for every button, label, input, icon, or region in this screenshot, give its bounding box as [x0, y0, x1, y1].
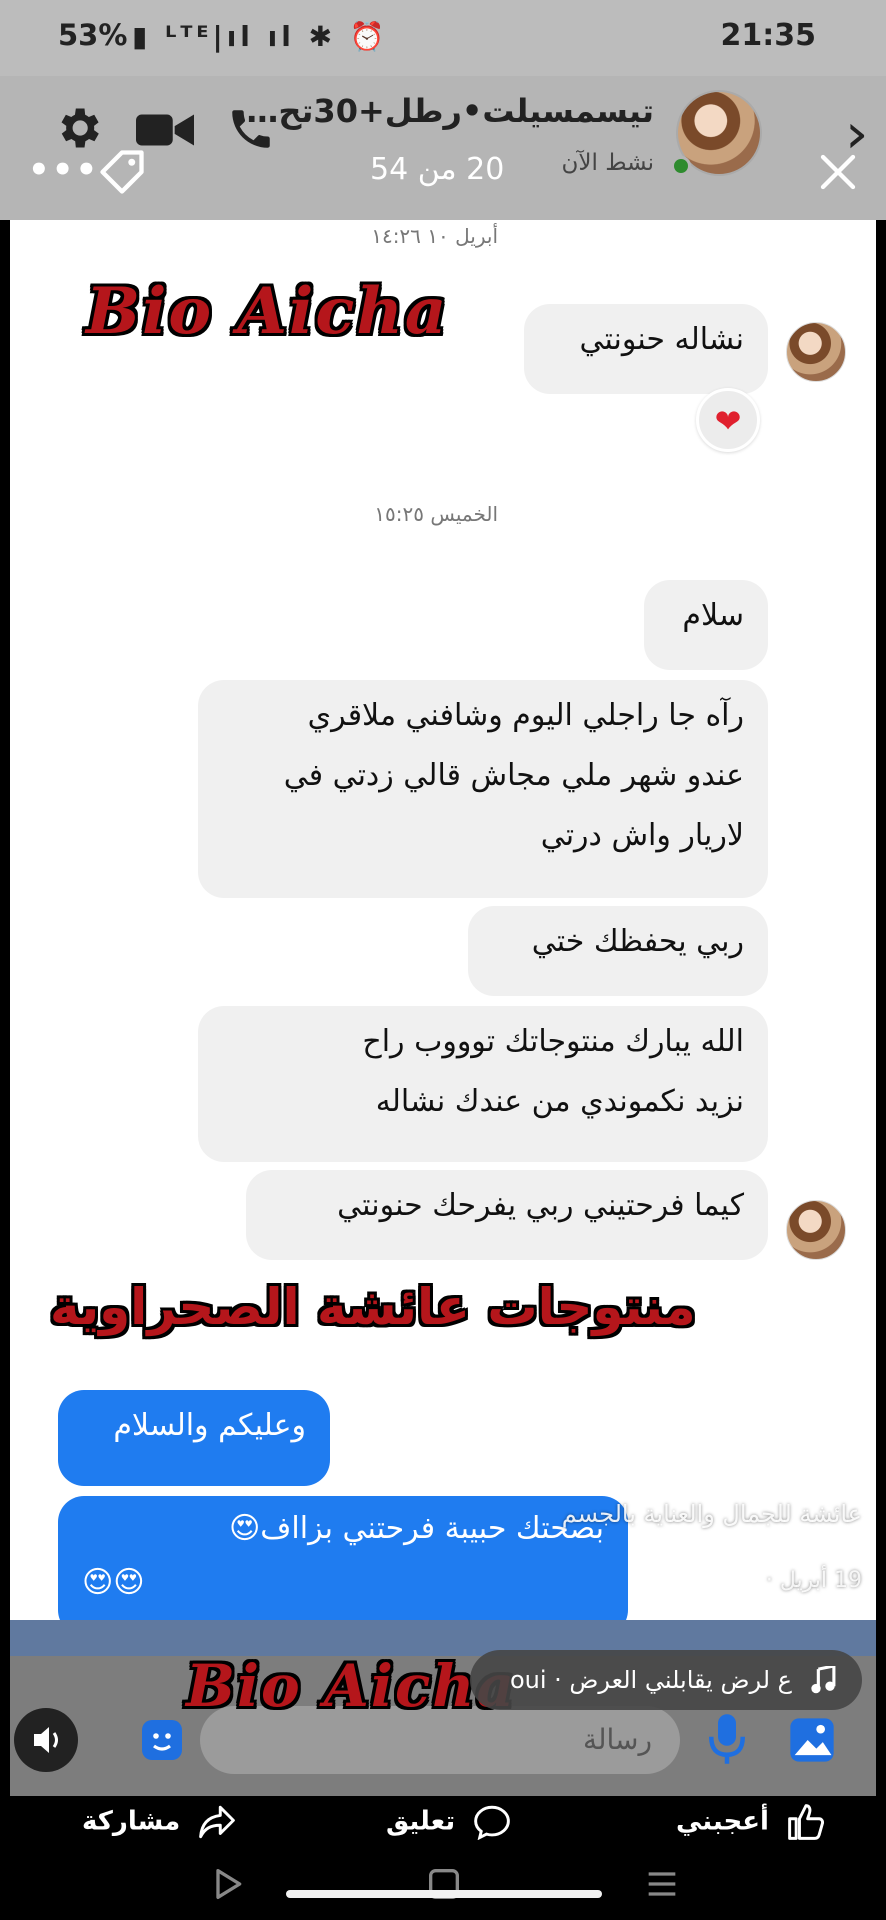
message-text-line: لاريار واش درتي	[540, 818, 744, 853]
received-message[interactable]: نشاله حنونتي	[524, 304, 768, 394]
online-indicator	[671, 156, 691, 176]
message-text: كيما فرحتيني ربي يفرحك حنونتي	[337, 1188, 744, 1223]
received-message[interactable]: الله يبارك منتوجاتك توووب راح نزيد نكمون…	[198, 1006, 768, 1162]
more-options-icon[interactable]: •••	[28, 150, 99, 190]
share-button[interactable]: مشاركة	[82, 1804, 237, 1840]
message-text: وعليكم والسلام	[113, 1408, 306, 1443]
chat-title[interactable]: تيسمسيلت•رطل+30تح…	[246, 92, 654, 130]
menu-icon[interactable]	[642, 1864, 682, 1904]
status-bar: 53% ▮ ᴸᵀᴱ|ıl ıl ✱ ⏰ 21:35	[0, 0, 886, 76]
message-text-line: نزيد نكموندي من عندك نشاله	[375, 1084, 744, 1119]
video-call-icon[interactable]	[136, 110, 194, 150]
message-text: سلام	[682, 598, 744, 633]
message-text: نشاله حنونتي	[579, 322, 744, 357]
home-indicator[interactable]	[286, 1890, 602, 1898]
sent-message[interactable]: بصحتك حبيبة فرحتني بزااف😍 😍😍	[58, 1496, 628, 1620]
tag-icon[interactable]	[96, 146, 148, 198]
like-label: أعجبني	[676, 1806, 769, 1837]
reel-actions: أعجبني تعليق مشاركة	[0, 1796, 886, 1856]
thumbs-up-icon	[788, 1804, 825, 1840]
signal-icons: ▮ ᴸᵀᴱ|ıl ıl ✱ ⏰	[132, 20, 389, 53]
sent-message[interactable]: وعليكم والسلام	[58, 1390, 330, 1486]
received-message[interactable]: سلام	[644, 580, 768, 670]
watermark-text: منتوجات عائشة الصحراوية	[50, 1278, 696, 1336]
gallery-icon[interactable]	[786, 1714, 838, 1766]
comment-icon	[474, 1805, 511, 1841]
like-button[interactable]: أعجبني	[676, 1804, 826, 1840]
system-nav-bar	[0, 1856, 886, 1920]
reel-date: 19 أبريل ·	[765, 1568, 862, 1593]
sender-avatar[interactable]	[786, 1200, 846, 1260]
share-icon	[199, 1805, 236, 1839]
message-text-line: عندو شهر ملي مجاش قالي زدتي في	[283, 758, 744, 793]
active-status: نشط الآن	[561, 150, 654, 176]
message-text-line: الله يبارك منتوجاتك توووب راح	[362, 1024, 744, 1059]
volume-button[interactable]	[14, 1708, 78, 1772]
message-text-line: رآه جا راجلي اليوم وشافني ملاقري	[307, 698, 744, 733]
square-icon[interactable]	[424, 1864, 464, 1904]
music-note-icon	[811, 1666, 836, 1694]
timestamp: أبريل ١٠ ١٤:٢٦	[371, 224, 498, 248]
received-message[interactable]: رآه جا راجلي اليوم وشافني ملاقري عندو شه…	[198, 680, 768, 898]
watermark-text: Bio Aicha	[86, 274, 449, 349]
message-text: ربي يحفظك ختي	[531, 924, 744, 959]
play-icon[interactable]	[208, 1864, 248, 1904]
photo-counter: 20 من 54	[370, 152, 505, 187]
comment-label: تعليق	[386, 1806, 456, 1837]
music-track-pill[interactable]: ع لرض يقابلني العرض · oui	[470, 1650, 862, 1710]
received-message[interactable]: ربي يحفظك ختي	[468, 906, 768, 996]
message-text-line: 😍😍	[82, 1565, 145, 1600]
sender-avatar[interactable]	[786, 322, 846, 382]
conversation-panel: أبريل ١٠ ١٤:٢٦ Bio Aicha نشاله حنونتي ❤ …	[10, 220, 876, 1620]
reel-caption[interactable]: عائشة للجمال والعناية بالجسم	[562, 1500, 862, 1528]
battery-percentage: 53%	[58, 18, 128, 52]
received-message[interactable]: كيما فرحتيني ربي يفرحك حنونتي	[246, 1170, 768, 1260]
message-text-line: بصحتك حبيبة فرحتني بزااف😍	[229, 1511, 604, 1546]
clock: 21:35	[720, 18, 817, 53]
close-icon[interactable]	[818, 152, 858, 192]
share-label: مشاركة	[82, 1806, 181, 1837]
comment-button[interactable]: تعليق	[386, 1804, 512, 1841]
music-track-name: ع لرض يقابلني العرض · oui	[509, 1666, 792, 1694]
sticker-icon[interactable]	[138, 1716, 186, 1764]
timestamp: الخميس ١٥:٢٥	[374, 502, 498, 526]
heart-reaction-icon[interactable]: ❤	[696, 388, 760, 452]
microphone-icon[interactable]	[708, 1712, 746, 1766]
watermark-text: Bio Aicha	[186, 1652, 517, 1720]
speaker-icon	[34, 1727, 58, 1753]
